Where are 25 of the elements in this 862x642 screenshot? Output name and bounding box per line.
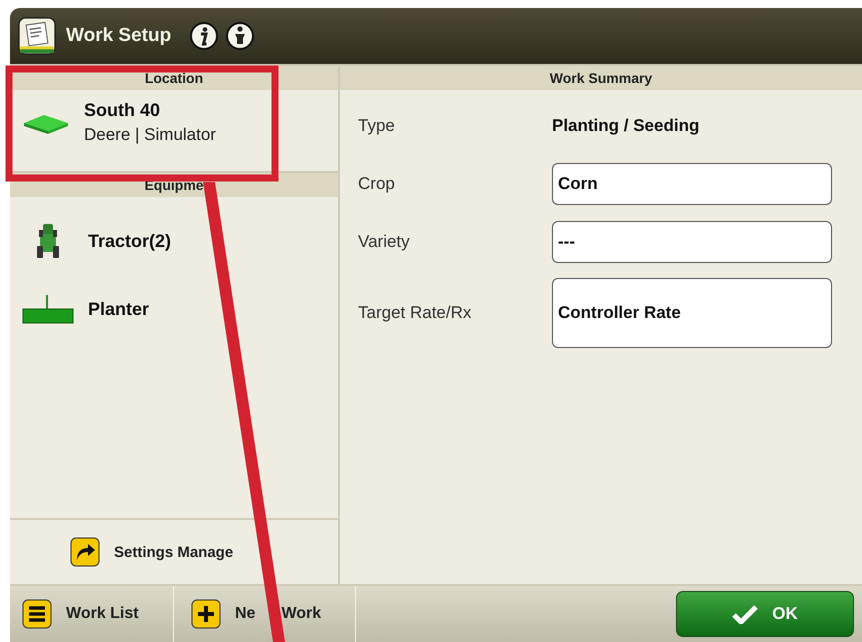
dropdown-field[interactable]: --- — [552, 221, 832, 263]
equipment-item[interactable]: Tractor(2) — [10, 207, 338, 275]
settings-manager-button[interactable]: Settings Manage — [66, 535, 238, 569]
plus-icon — [191, 599, 221, 629]
person-info-button[interactable] — [225, 21, 256, 51]
section-header: Work Summary — [340, 64, 862, 90]
checkmark-icon — [732, 604, 758, 624]
field-label: Target Rate/Rx — [358, 303, 472, 323]
work-list-button[interactable]: Work List — [10, 586, 174, 642]
location-item[interactable]: South 40 Deere | Simulator — [10, 90, 338, 165]
field-label: Type — [358, 116, 396, 136]
field-label: Variety — [358, 232, 411, 252]
location-name: South 40 — [84, 100, 162, 121]
equipment-item[interactable]: Planter — [10, 275, 338, 343]
list-icon — [22, 599, 52, 629]
dropdown-field[interactable]: Corn — [552, 163, 832, 205]
type-value: Planting / Seeding — [552, 116, 700, 136]
info-button[interactable] — [189, 21, 220, 51]
location-detail: Deere | Simulator — [84, 125, 216, 145]
ok-button[interactable]: OK — [676, 591, 854, 637]
planter-icon — [22, 293, 74, 325]
field-label: Crop — [358, 174, 396, 194]
clipboard-icon — [18, 17, 56, 55]
window-title: Work Setup — [66, 25, 172, 47]
dropdown-field[interactable]: Controller Rate — [552, 278, 832, 348]
